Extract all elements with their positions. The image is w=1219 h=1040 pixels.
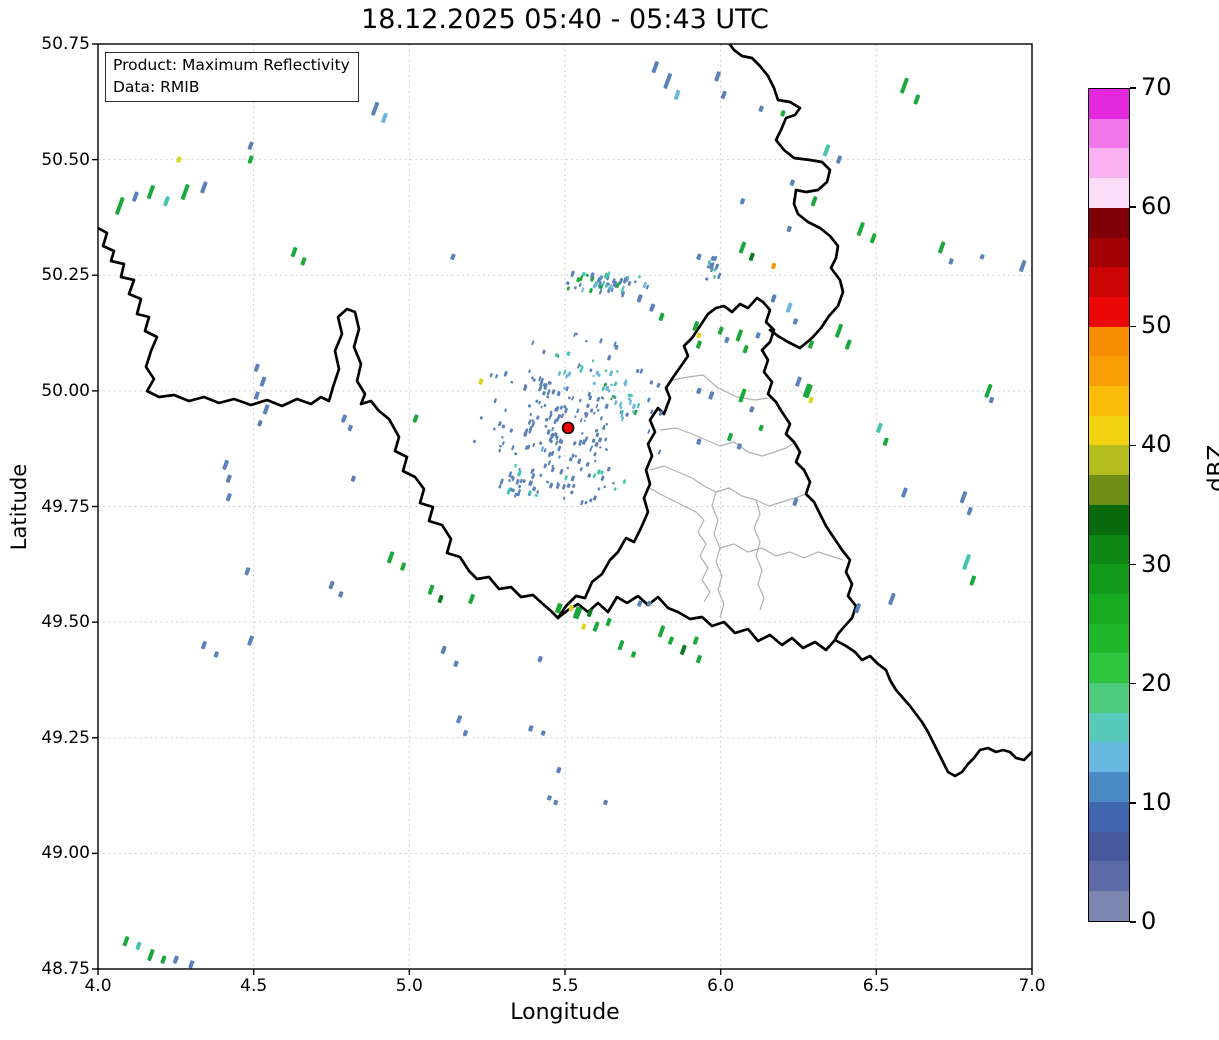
colorbar-block: [1089, 712, 1129, 743]
y-axis-label: Latitude: [7, 463, 31, 551]
y-tick-label: 49.25: [41, 727, 90, 748]
colorbar-block: [1089, 683, 1129, 713]
axis-tick-marks: [92, 43, 1033, 975]
product-annotation-box: Product: Maximum Reflectivity Data: RMIB: [105, 52, 359, 103]
colorbar-block: [1089, 623, 1129, 654]
x-tick-label: 4.5: [240, 976, 268, 996]
colorbar-tick-label: 0: [1141, 906, 1157, 935]
colorbar-block: [1089, 148, 1129, 179]
x-axis-label: Longitude: [510, 1000, 620, 1025]
colorbar-block: [1089, 801, 1129, 832]
colorbar-tick-mark: [1130, 206, 1136, 208]
colorbar-tick-label: 30: [1141, 549, 1172, 578]
regional-borders: [647, 374, 844, 618]
colorbar-block: [1089, 356, 1129, 387]
colorbar-tick-mark: [1130, 563, 1136, 566]
colorbar-block: [1089, 475, 1129, 505]
colorbar-tick-label: 50: [1141, 311, 1172, 340]
colorbar-block: [1089, 772, 1129, 802]
radar-map-figure: 18.12.2025 05:40 - 05:43 UTC Product: Ma…: [0, 0, 1219, 1040]
colorbar-block: [1089, 564, 1129, 594]
colorbar-label: dBZ: [1204, 444, 1219, 492]
colorbar-tick-mark: [1130, 87, 1136, 89]
grid-lines: [98, 44, 1032, 969]
colorbar-block: [1089, 386, 1129, 416]
x-tick-label: 5.0: [395, 976, 423, 996]
colorbar-block: [1089, 890, 1129, 921]
x-tick-label: 7.0: [1018, 976, 1046, 996]
colorbar-block: [1089, 534, 1129, 565]
colorbar-block: [1089, 504, 1129, 535]
colorbar-tick-label: 20: [1141, 668, 1172, 697]
y-tick-label: 50.75: [41, 34, 90, 54]
x-tick-label: 5.5: [551, 976, 579, 996]
y-tick-label: 50.50: [41, 149, 90, 170]
colorbar-block: [1089, 415, 1129, 446]
colorbar-tick-label: 40: [1141, 430, 1172, 459]
annotation-data-line: Data: RMIB: [113, 77, 200, 96]
x-tick-label: 4.0: [84, 976, 112, 996]
colorbar-block: [1089, 861, 1129, 891]
reflectivity-colorbar: [1088, 88, 1130, 922]
map-canvas: [92, 43, 1033, 975]
colorbar-block: [1089, 445, 1129, 476]
colorbar-block: [1089, 118, 1129, 149]
colorbar-block: [1089, 237, 1129, 268]
radar-site-marker: [561, 421, 575, 435]
x-tick-label: 6.0: [707, 976, 735, 996]
colorbar-block: [1089, 831, 1129, 862]
colorbar-tick-mark: [1130, 683, 1136, 685]
annotation-product-line: Product: Maximum Reflectivity: [113, 56, 350, 74]
colorbar-block: [1089, 593, 1129, 624]
x-tick-label: 6.5: [862, 976, 890, 996]
colorbar-tick-mark: [1130, 325, 1136, 327]
y-tick-label: 49.50: [41, 612, 90, 633]
y-tick-label: 49.00: [41, 843, 90, 864]
y-tick-label: 49.75: [41, 496, 90, 517]
radar-echoes: [115, 61, 1027, 969]
colorbar-tick-mark: [1130, 802, 1136, 804]
y-tick-label: 50.00: [41, 380, 90, 401]
y-tick-label: 48.75: [41, 959, 90, 979]
colorbar-block: [1089, 178, 1129, 208]
figure-title: 18.12.2025 05:40 - 05:43 UTC: [361, 4, 769, 35]
colorbar-block: [1089, 296, 1129, 327]
colorbar-block: [1089, 207, 1129, 238]
colorbar-tick-mark: [1130, 921, 1136, 923]
colorbar-tick-mark: [1130, 444, 1136, 447]
colorbar-block: [1089, 742, 1129, 773]
colorbar-tick-label: 60: [1141, 192, 1172, 221]
colorbar-tick-label: 70: [1141, 72, 1172, 101]
colorbar-block: [1089, 326, 1129, 357]
y-tick-label: 50.25: [41, 265, 90, 286]
colorbar-block: [1089, 267, 1129, 297]
colorbar-block: [1089, 89, 1129, 119]
colorbar-block: [1089, 653, 1129, 684]
colorbar-tick-label: 10: [1141, 787, 1172, 816]
